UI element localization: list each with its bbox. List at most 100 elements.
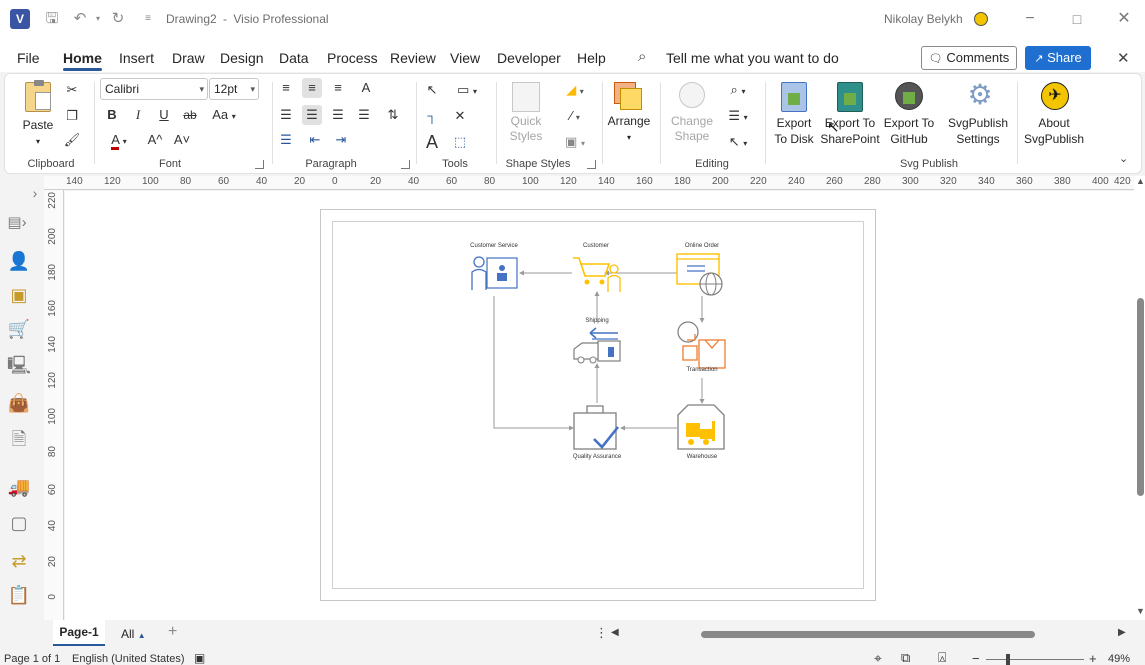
shapes-stencil-icon[interactable]: ▤› (4, 210, 30, 236)
shape-styles-dialog-launcher-icon[interactable] (587, 160, 596, 169)
crop-tool-icon[interactable]: ⬚ (450, 132, 470, 152)
switch-windows-icon[interactable]: ⧉ (901, 650, 910, 665)
minimize-icon[interactable]: − (1016, 6, 1044, 32)
text-tool-icon[interactable]: A (422, 132, 442, 152)
presentation-mode-icon[interactable]: ⍓ (938, 649, 946, 665)
close-window-icon[interactable]: ✕ (1110, 6, 1138, 32)
connector-tool-icon[interactable]: ┐ (422, 106, 442, 126)
grow-font-button[interactable]: A^ (145, 130, 165, 150)
stencil-cart-icon[interactable]: 🛒 (6, 316, 32, 342)
tab-developer[interactable]: Developer (497, 50, 561, 66)
arrange-button[interactable]: Arrange ▾ (606, 80, 652, 150)
font-dialog-launcher-icon[interactable] (255, 160, 264, 169)
tab-insert[interactable]: Insert (119, 50, 154, 66)
increase-indent-icon[interactable]: ⇥ (331, 130, 351, 150)
scroll-left-icon[interactable]: ◀ (611, 627, 619, 638)
scroll-right-icon[interactable]: ▶ (1118, 627, 1126, 638)
stencil-person-icon[interactable]: 👤 (6, 248, 32, 274)
decrease-indent-icon[interactable]: ⇤ (305, 130, 325, 150)
zoom-out-button[interactable]: − (972, 651, 980, 665)
undo-icon[interactable]: ↶ (70, 9, 90, 29)
page-info[interactable]: Page 1 of 1 (4, 653, 60, 665)
zoom-in-button[interactable]: + (1089, 651, 1097, 665)
maximize-icon[interactable]: □ (1063, 6, 1091, 32)
tab-home[interactable]: Home (63, 50, 102, 71)
vertical-scroll-thumb[interactable] (1137, 298, 1144, 496)
align-middle-icon[interactable]: ≡ (302, 78, 322, 98)
warehouse-icon[interactable] (676, 403, 728, 453)
stencil-kiosk-icon[interactable]: ▣ (6, 282, 32, 308)
font-size-select[interactable]: 12pt ▾ (209, 78, 259, 100)
align-right-icon[interactable]: ☰ (328, 105, 348, 125)
change-shape-button[interactable]: Change Shape (667, 80, 717, 150)
user-avatar[interactable] (974, 12, 988, 26)
add-page-button[interactable]: + (168, 623, 177, 641)
user-name[interactable]: Nikolay Belykh (884, 12, 963, 26)
pointer-tool-icon[interactable]: ↖ (422, 80, 442, 100)
text-direction-icon[interactable]: A (356, 78, 376, 98)
rectangle-tool-icon[interactable]: ▭ ▾ (450, 80, 484, 100)
transaction-icon[interactable] (677, 320, 727, 370)
redo-icon[interactable]: ↻ (108, 9, 128, 29)
font-name-select[interactable]: Calibri ▾ (100, 78, 208, 100)
tab-draw[interactable]: Draw (172, 50, 205, 66)
scroll-down-icon[interactable]: ▼ (1136, 606, 1145, 616)
vertical-scrollbar[interactable]: ▲ ▼ (1134, 176, 1145, 620)
tab-file[interactable]: File (17, 50, 40, 66)
format-painter-icon[interactable]: 🖌 (62, 130, 82, 150)
online-order-icon[interactable] (675, 252, 729, 298)
paste-button[interactable]: Paste ▾ (19, 80, 57, 146)
select-icon[interactable]: ↖ ▾ (721, 132, 755, 152)
undo-dropdown-icon[interactable]: ▾ (88, 9, 108, 29)
find-icon[interactable]: ⌕ ▾ (721, 80, 755, 100)
quick-styles-button[interactable]: Quick Styles (503, 80, 549, 150)
shrink-font-button[interactable]: A˅ (172, 130, 192, 150)
effects-icon[interactable]: ▣ ▾ (558, 132, 592, 152)
horizontal-scrollbar-track[interactable] (625, 631, 1115, 638)
align-bottom-icon[interactable]: ≡ (328, 78, 348, 98)
tab-review[interactable]: Review (390, 50, 436, 66)
export-to-disk-button[interactable]: Export To Disk (769, 80, 819, 150)
strikethrough-button[interactable]: ab (180, 105, 200, 125)
export-to-sharepoint-button[interactable]: Export To SharePoint (819, 80, 881, 150)
align-center-icon[interactable]: ☰ (302, 105, 322, 125)
align-top-icon[interactable]: ≡ (276, 78, 296, 98)
svgpublish-settings-button[interactable]: ⚙ SvgPublish Settings (943, 80, 1013, 150)
cut-icon[interactable]: ✂ (62, 80, 82, 100)
tab-design[interactable]: Design (220, 50, 264, 66)
customer-service-icon[interactable] (469, 254, 519, 294)
fill-icon[interactable]: ◢ ▾ (558, 80, 592, 100)
tab-help[interactable]: Help (577, 50, 606, 66)
search-icon[interactable]: ⌕ (638, 48, 646, 65)
language-indicator[interactable]: English (United States) (72, 653, 185, 665)
stencil-document-icon[interactable]: 🗎 (6, 426, 32, 452)
comments-button[interactable]: 🗨 Comments (921, 46, 1017, 70)
page-tab-page-1[interactable]: Page-1 (53, 620, 105, 646)
customize-qat-icon[interactable]: ≡ (138, 9, 158, 29)
paste-dropdown-icon[interactable]: ▾ (19, 134, 57, 149)
change-case-button[interactable]: Aa ▾ (205, 105, 243, 125)
justify-icon[interactable]: ☰ (354, 105, 374, 125)
tab-data[interactable]: Data (279, 50, 309, 66)
share-button[interactable]: ↗ Share (1025, 46, 1091, 70)
layers-icon[interactable]: ☰ ▾ (721, 106, 755, 126)
italic-button[interactable]: I (128, 105, 148, 125)
scroll-up-icon[interactable]: ▲ (1136, 176, 1145, 186)
align-left-icon[interactable]: ☰ (276, 105, 296, 125)
drawing-canvas[interactable]: Customer Service Customer Online Order S… (65, 191, 1134, 620)
stencil-clipboard-icon[interactable]: 📋 (6, 582, 32, 608)
save-icon[interactable]: 🖫 (42, 9, 62, 29)
zoom-slider[interactable] (986, 654, 1084, 665)
horizontal-scroll-thumb[interactable] (701, 631, 1035, 638)
quality-assurance-icon[interactable] (572, 403, 622, 453)
stencil-arrows-icon[interactable]: ⇄ (6, 548, 32, 574)
font-color-button[interactable]: A ▾ (102, 130, 136, 150)
tab-split-handle-icon[interactable]: ⋮ (595, 625, 608, 641)
pan-zoom-icon[interactable]: ⌖ (874, 650, 882, 665)
zoom-slider-thumb[interactable] (1006, 654, 1010, 665)
stencil-truck-icon[interactable]: 🚚 (6, 474, 32, 500)
tab-view[interactable]: View (450, 50, 480, 66)
export-to-github-button[interactable]: Export To GitHub (879, 80, 939, 150)
bullets-icon[interactable]: ☰ (276, 130, 296, 150)
tell-me-box[interactable]: Tell me what you want to do (666, 50, 839, 66)
